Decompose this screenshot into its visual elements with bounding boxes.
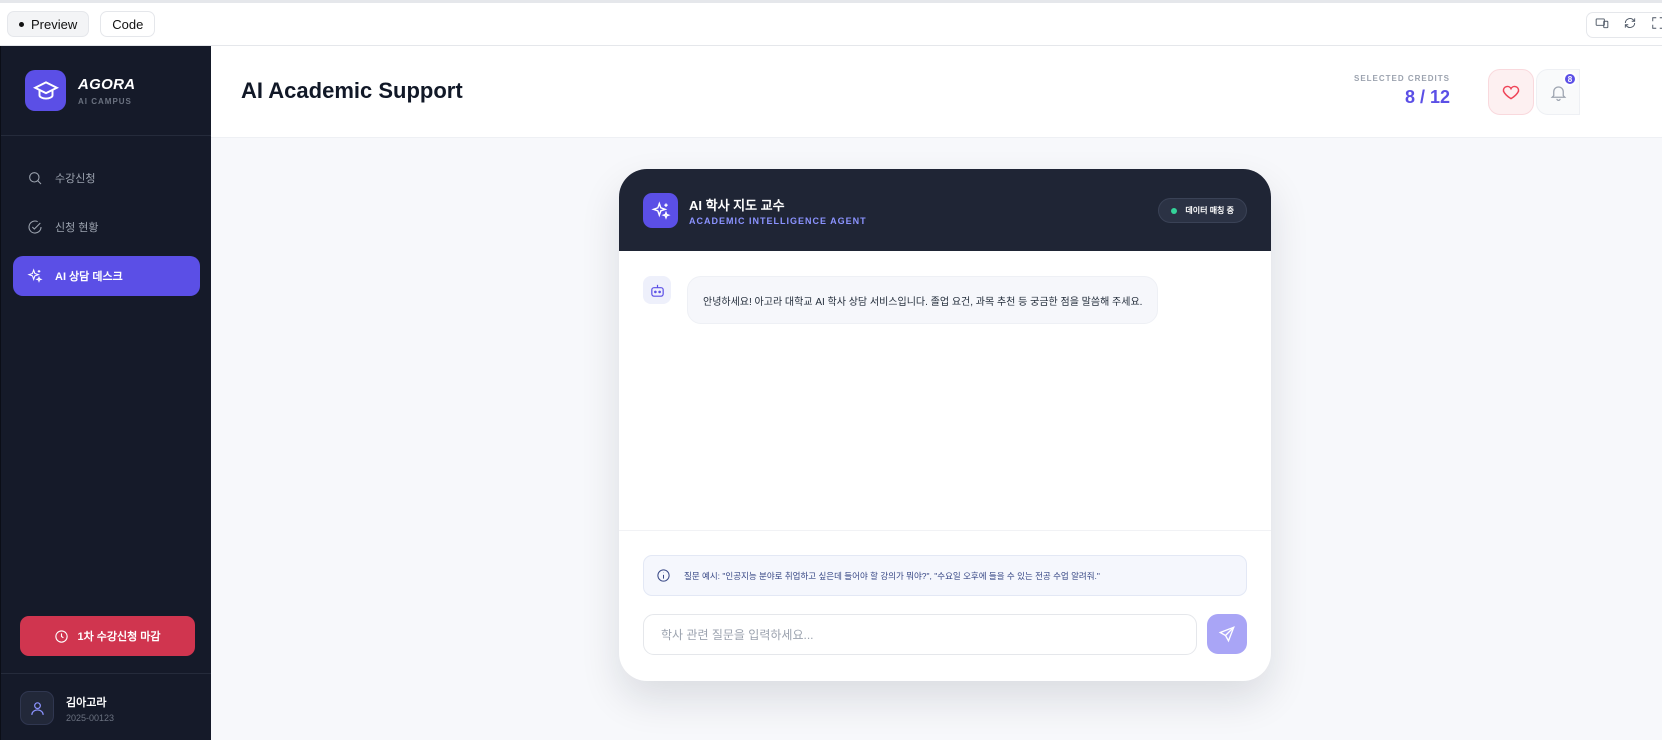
example-questions-hint: 질문 예시: "인공지능 분야로 취업하고 싶은데 들어야 할 강의가 뭐야?"… bbox=[643, 555, 1247, 596]
chat-header: AI 학사 지도 교수 ACADEMIC INTELLIGENCE AGENT … bbox=[619, 169, 1271, 251]
sidebar-nav: 수강신청 신청 현황 AI 상담 데스크 bbox=[13, 158, 200, 305]
notifications-button[interactable]: 8 bbox=[1536, 69, 1580, 115]
fullscreen-icon[interactable] bbox=[1651, 16, 1662, 35]
code-tab[interactable]: Code bbox=[100, 11, 156, 37]
main-area: AI Academic Support SELECTED CREDITS 8 /… bbox=[211, 46, 1662, 740]
sidebar: AGORA AI CAMPUS 수강신청 신청 현황 AI 상담 데스크 1차 … bbox=[0, 46, 211, 740]
check-circle-icon bbox=[28, 220, 42, 234]
bot-icon bbox=[643, 276, 671, 304]
preview-tab-label: Preview bbox=[31, 16, 78, 32]
code-tab-label: Code bbox=[112, 16, 144, 32]
info-icon bbox=[657, 569, 670, 582]
graduation-cap-icon bbox=[25, 70, 66, 111]
send-icon bbox=[1218, 626, 1235, 643]
deadline-label: 1차 수강신청 마감 bbox=[77, 631, 161, 643]
page-header: AI Academic Support SELECTED CREDITS 8 /… bbox=[211, 46, 1662, 138]
sidebar-divider bbox=[1, 135, 211, 136]
user-profile[interactable]: 김아고라 2025-00123 bbox=[20, 691, 114, 725]
avatar bbox=[20, 691, 54, 725]
status-dot-icon bbox=[1171, 207, 1178, 214]
sidebar-item-application-status[interactable]: 신청 현황 bbox=[13, 207, 200, 247]
chat-divider bbox=[619, 530, 1271, 531]
credits-label: SELECTED CREDITS bbox=[1353, 74, 1450, 83]
sidebar-item-label: 수강신청 bbox=[55, 173, 96, 185]
credits-summary: SELECTED CREDITS 8 / 12 bbox=[1354, 74, 1450, 108]
user-icon bbox=[30, 701, 44, 715]
notification-badge: 8 bbox=[1563, 72, 1577, 86]
sparkles-icon bbox=[643, 193, 678, 228]
user-id: 2025-00123 bbox=[66, 712, 115, 723]
sidebar-divider-bottom bbox=[1, 673, 211, 674]
status-badge: 데이터 매칭 중 bbox=[1158, 198, 1247, 223]
hint-text: 질문 예시: "인공지능 분야로 취업하고 싶은데 들어야 할 강의가 뭐야?"… bbox=[684, 570, 1100, 581]
deadline-button[interactable]: 1차 수강신청 마감 bbox=[20, 616, 195, 656]
brand-name: AGORA bbox=[78, 75, 136, 93]
brand[interactable]: AGORA AI CAMPUS bbox=[25, 70, 135, 111]
wishlist-button[interactable] bbox=[1488, 69, 1534, 115]
agent-name: AI 학사 지도 교수 bbox=[689, 198, 785, 213]
sidebar-item-ai-desk[interactable]: AI 상담 데스크 bbox=[13, 256, 200, 296]
sidebar-item-course-registration[interactable]: 수강신청 bbox=[13, 158, 200, 198]
toolbar-actions bbox=[1586, 12, 1662, 38]
sparkles-icon bbox=[27, 268, 43, 283]
credits-value: 8 / 12 bbox=[1404, 87, 1450, 107]
sidebar-item-label: AI 상담 데스크 bbox=[55, 271, 123, 283]
preview-tab[interactable]: Preview bbox=[7, 11, 90, 37]
send-button[interactable] bbox=[1207, 614, 1247, 654]
brand-subtitle: AI CAMPUS bbox=[78, 96, 132, 106]
status-label: 데이터 매칭 중 bbox=[1185, 206, 1234, 215]
chat-message: 안녕하세요! 아고라 대학교 AI 학사 상담 서비스입니다. 졸업 요건, 과… bbox=[643, 276, 1159, 324]
refresh-icon[interactable] bbox=[1623, 16, 1637, 35]
page-title: AI Academic Support bbox=[241, 78, 463, 103]
message-bubble: 안녕하세요! 아고라 대학교 AI 학사 상담 서비스입니다. 졸업 요건, 과… bbox=[687, 276, 1159, 324]
user-name: 김아고라 bbox=[66, 696, 107, 709]
agent-subtitle: ACADEMIC INTELLIGENCE AGENT bbox=[689, 216, 867, 226]
search-icon bbox=[29, 172, 42, 185]
bell-icon bbox=[1550, 85, 1566, 101]
sidebar-item-label: 신청 현황 bbox=[55, 222, 99, 234]
responsive-icon[interactable] bbox=[1595, 16, 1609, 35]
preview-dot-icon bbox=[19, 21, 24, 27]
chat-panel: AI 학사 지도 교수 ACADEMIC INTELLIGENCE AGENT … bbox=[619, 169, 1271, 681]
clock-icon bbox=[55, 629, 69, 643]
chat-input[interactable] bbox=[643, 614, 1197, 655]
heart-icon bbox=[1502, 85, 1520, 100]
top-toolbar: Preview Code bbox=[0, 0, 1662, 46]
